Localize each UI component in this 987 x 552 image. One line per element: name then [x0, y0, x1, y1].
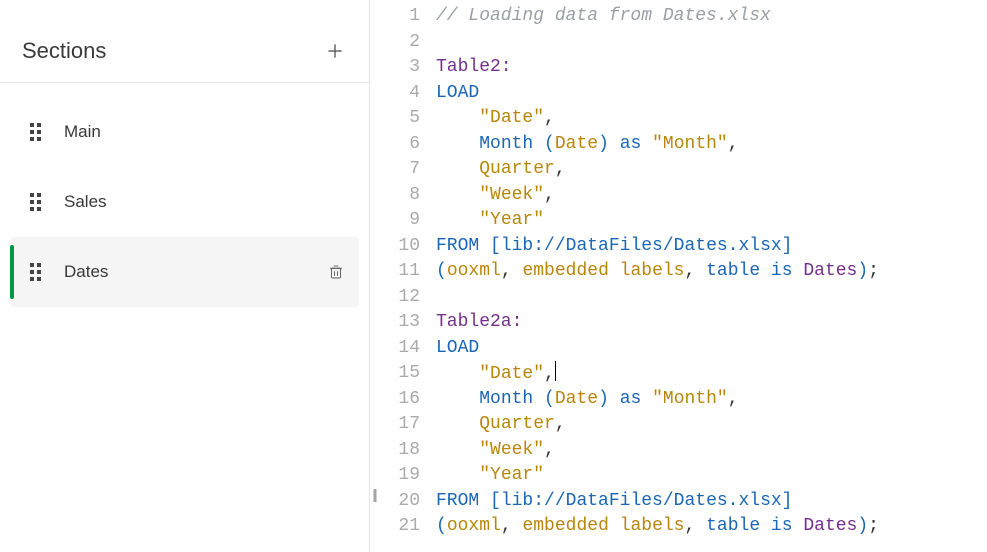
code-line[interactable]: "Week", — [436, 183, 987, 209]
add-section-button[interactable] — [323, 39, 347, 63]
code-line[interactable]: Table2a: — [436, 310, 987, 336]
code-line[interactable]: FROM [lib://DataFiles/Dates.xlsx] — [436, 489, 987, 515]
line-number: 7 — [378, 157, 420, 183]
line-number: 6 — [378, 132, 420, 158]
line-number: 1 — [378, 4, 420, 30]
app-root: Sections MainSalesDates || 1234567891011… — [0, 0, 987, 552]
code-area[interactable]: // Loading data from Dates.xlsx Table2:L… — [430, 0, 987, 552]
section-item-main[interactable]: Main — [10, 97, 359, 167]
drag-handle-icon[interactable] — [30, 263, 44, 281]
line-number: 11 — [378, 259, 420, 285]
delete-section-button[interactable] — [325, 261, 347, 283]
line-number: 13 — [378, 310, 420, 336]
code-line[interactable] — [436, 285, 987, 311]
line-number: 3 — [378, 55, 420, 81]
code-line[interactable]: Quarter, — [436, 412, 987, 438]
section-list: Main Sales Dates — [0, 83, 369, 307]
line-number: 5 — [378, 106, 420, 132]
code-line[interactable]: LOAD — [436, 81, 987, 107]
sections-sidebar: Sections Main Sales Dates — [0, 0, 370, 552]
line-number: 15 — [378, 361, 420, 387]
line-number: 21 — [378, 514, 420, 540]
line-number: 17 — [378, 412, 420, 438]
line-number: 16 — [378, 387, 420, 413]
code-line[interactable]: Month (Date) as "Month", — [436, 387, 987, 413]
section-label: Sales — [64, 192, 347, 212]
line-number: 2 — [378, 30, 420, 56]
line-number: 14 — [378, 336, 420, 362]
line-number: 18 — [378, 438, 420, 464]
line-number: 10 — [378, 234, 420, 260]
sidebar-header: Sections — [0, 0, 369, 83]
code-line[interactable]: Month (Date) as "Month", — [436, 132, 987, 158]
line-number: 8 — [378, 183, 420, 209]
code-line[interactable]: "Date", — [436, 361, 987, 387]
code-line[interactable]: Quarter, — [436, 157, 987, 183]
plus-icon — [325, 41, 345, 61]
section-label: Dates — [64, 262, 325, 282]
code-line[interactable]: (ooxml, embedded labels, table is Dates)… — [436, 259, 987, 285]
code-line[interactable]: // Loading data from Dates.xlsx — [436, 4, 987, 30]
line-number: 9 — [378, 208, 420, 234]
code-line[interactable]: LOAD — [436, 336, 987, 362]
code-line[interactable]: (ooxml, embedded labels, table is Dates)… — [436, 514, 987, 540]
code-line[interactable]: FROM [lib://DataFiles/Dates.xlsx] — [436, 234, 987, 260]
code-line[interactable]: "Week", — [436, 438, 987, 464]
code-line[interactable]: "Date", — [436, 106, 987, 132]
line-number: 20 — [378, 489, 420, 515]
section-label: Main — [64, 122, 347, 142]
script-editor[interactable]: 123456789101112131415161718192021 // Loa… — [378, 0, 987, 552]
section-item-dates[interactable]: Dates — [10, 237, 359, 307]
section-item-sales[interactable]: Sales — [10, 167, 359, 237]
line-number: 12 — [378, 285, 420, 311]
code-line[interactable]: "Year" — [436, 463, 987, 489]
trash-icon — [327, 263, 345, 281]
code-line[interactable]: Table2: — [436, 55, 987, 81]
code-line[interactable]: "Year" — [436, 208, 987, 234]
line-number: 4 — [378, 81, 420, 107]
line-number: 19 — [378, 463, 420, 489]
drag-handle-icon[interactable] — [30, 123, 44, 141]
sidebar-title: Sections — [22, 38, 106, 64]
code-line[interactable] — [436, 30, 987, 56]
drag-handle-icon[interactable] — [30, 193, 44, 211]
panel-splitter[interactable]: || — [370, 0, 378, 552]
line-number-gutter: 123456789101112131415161718192021 — [378, 0, 430, 552]
